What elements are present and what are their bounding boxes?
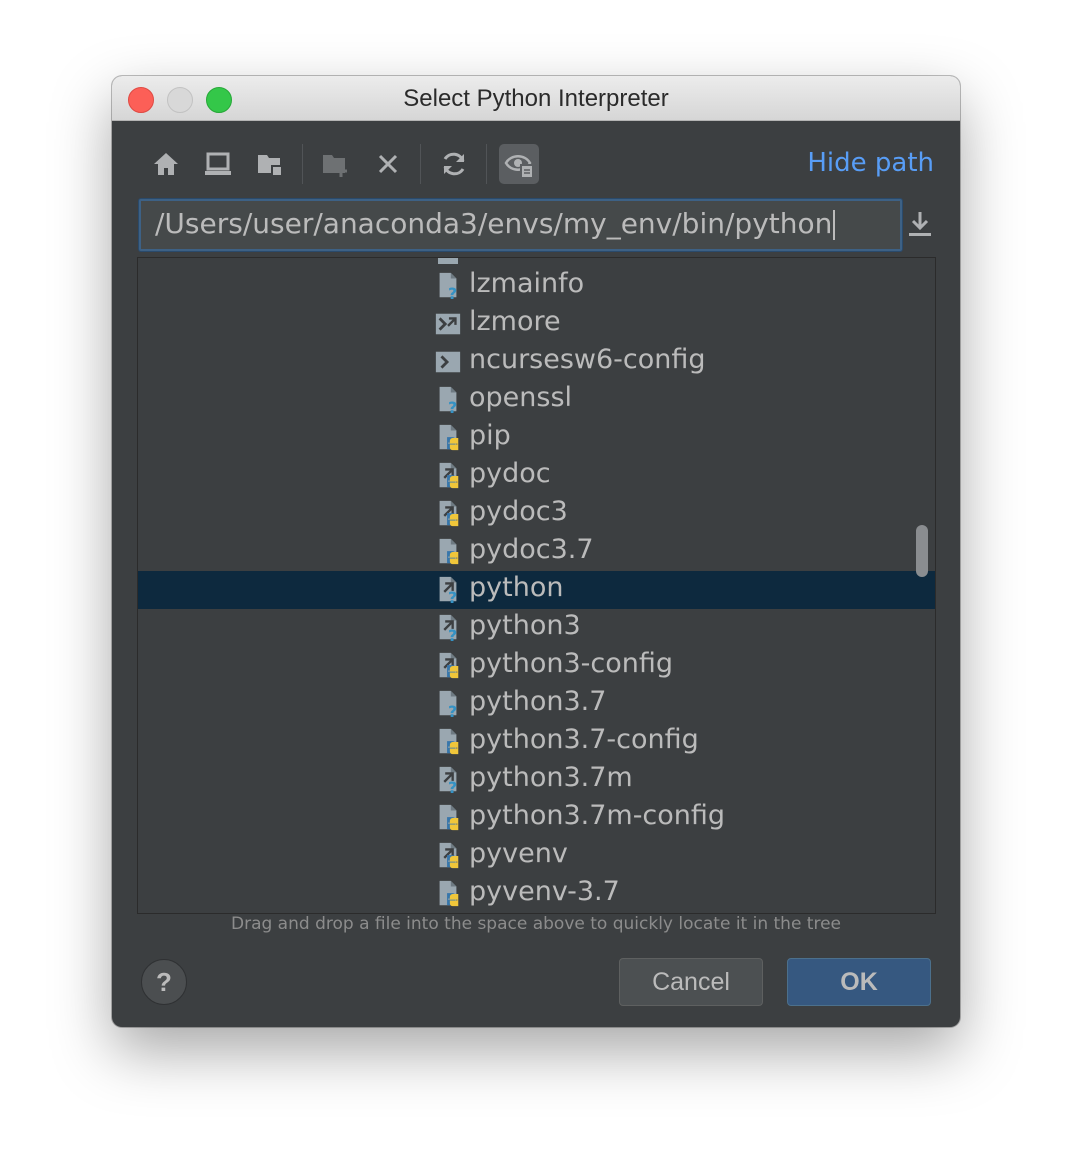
download-icon (909, 212, 931, 236)
text-caret (833, 210, 836, 240)
tree-row-label: python3.7 (469, 686, 607, 717)
python-file-icon (439, 538, 459, 565)
tree-row[interactable]: ncursesw6-config (138, 343, 935, 381)
script-icon (435, 351, 461, 373)
tree-row-label: python (469, 572, 564, 603)
project-directory-button[interactable] (250, 144, 290, 184)
unknown-file-icon: ? (439, 272, 457, 301)
unknown-symlink-icon: ? (439, 614, 457, 643)
python-file-icon (439, 728, 459, 755)
file-tree[interactable]: ? lzmainfo lzmore ncursesw6-config? openssl p… (137, 257, 936, 914)
tree-row[interactable]: pyvenv (138, 837, 935, 875)
tree-row[interactable]: pydoc3 (138, 495, 935, 533)
python-symlink-icon (439, 500, 459, 527)
help-button[interactable]: ? (141, 959, 187, 1005)
svg-text:?: ? (448, 778, 457, 795)
project-folder-icon (258, 155, 281, 175)
python-symlink-icon (439, 462, 459, 489)
home-button[interactable] (146, 144, 186, 184)
tree-row[interactable]: ? lzmainfo (138, 267, 935, 305)
tree-row-label: pip (469, 420, 511, 451)
unknown-symlink-icon: ? (439, 766, 457, 795)
tree-row-label: lzmore (469, 306, 561, 337)
tree-row-label: pyvenv-3.7 (469, 876, 620, 907)
dialog-title: Select Python Interpreter (403, 85, 669, 112)
symlink-script-icon (435, 313, 461, 335)
python-symlink-icon (439, 652, 459, 679)
svg-text:?: ? (448, 284, 457, 301)
refresh-icon (443, 152, 465, 176)
select-interpreter-dialog: Select Python Interpreter Hide path /Use… (112, 76, 960, 1027)
tree-row-label: python3.7m-config (469, 800, 726, 831)
ok-button[interactable]: OK (787, 958, 931, 1006)
tree-row[interactable]: python3-config (138, 647, 935, 685)
refresh-button[interactable] (434, 144, 474, 184)
tree-row[interactable]: ? python3 (138, 609, 935, 647)
svg-text:?: ? (448, 702, 457, 719)
toolbar-separator (486, 144, 487, 184)
tree-row[interactable]: pydoc (138, 457, 935, 495)
show-hidden-files-icon (504, 155, 532, 177)
delete-button[interactable] (368, 144, 408, 184)
title-bar: Select Python Interpreter (112, 76, 960, 121)
unknown-file-icon: ? (439, 386, 457, 415)
tree-scrollbar-thumb[interactable] (916, 525, 928, 577)
tree-row[interactable]: pyvenv-3.7 (138, 875, 935, 913)
tree-row[interactable]: pydoc3.7 (138, 533, 935, 571)
tree-row-label: pydoc (469, 458, 551, 489)
tree-row[interactable]: pip (138, 419, 935, 457)
tree-row[interactable]: python3.7m-config (138, 799, 935, 837)
python-file-icon (439, 424, 459, 451)
tree-row-selected[interactable]: ? python (138, 571, 935, 609)
hide-path-link[interactable]: Hide path (807, 148, 934, 178)
delete-icon (378, 154, 398, 174)
tree-row-label: ncursesw6-config (469, 344, 706, 375)
show-hidden-files-button[interactable] (499, 144, 539, 184)
python-symlink-icon (439, 842, 459, 869)
tree-row[interactable]: ? openssl (138, 381, 935, 419)
tree-row[interactable]: ? python3.7 (138, 685, 935, 723)
toolbar-separator (420, 144, 421, 184)
cancel-button[interactable]: Cancel (619, 958, 763, 1006)
tree-row[interactable]: lzmore (138, 305, 935, 343)
path-input-value: /Users/user/anaconda3/envs/my_env/bin/py… (155, 207, 836, 240)
tree-row-label: pyvenv (469, 838, 568, 869)
python-file-icon (439, 880, 459, 907)
home-icon (154, 153, 178, 175)
tree-row-label: pydoc3 (469, 496, 568, 527)
partial-row-icon (438, 258, 458, 264)
toolbar-separator (302, 144, 303, 184)
tree-row-label: python3.7m (469, 762, 633, 793)
python-file-icon (439, 804, 459, 831)
unknown-symlink-icon: ? (439, 576, 457, 605)
tree-row-label: python3 (469, 610, 581, 641)
tree-row[interactable]: python3.7-config (138, 723, 935, 761)
new-folder-icon (323, 155, 347, 177)
svg-text:?: ? (448, 626, 457, 643)
unknown-file-icon: ? (439, 690, 457, 719)
tree-row-label: python3.7-config (469, 724, 699, 755)
drag-drop-hint: Drag and drop a file into the space abov… (230, 914, 842, 934)
svg-text:?: ? (448, 398, 457, 415)
download-path-button[interactable] (906, 209, 934, 239)
tree-row[interactable]: ? python3.7m (138, 761, 935, 799)
path-input[interactable]: /Users/user/anaconda3/envs/my_env/bin/py… (139, 199, 902, 251)
desktop-button[interactable] (198, 144, 238, 184)
svg-text:?: ? (448, 588, 457, 605)
tree-row-label: openssl (469, 382, 573, 413)
tree-row-label: pydoc3.7 (469, 534, 594, 565)
tree-row-label: python3-config (469, 648, 673, 679)
tree-row-label: lzmainfo (469, 268, 585, 299)
new-folder-button[interactable] (316, 144, 356, 184)
desktop-icon (205, 152, 231, 175)
